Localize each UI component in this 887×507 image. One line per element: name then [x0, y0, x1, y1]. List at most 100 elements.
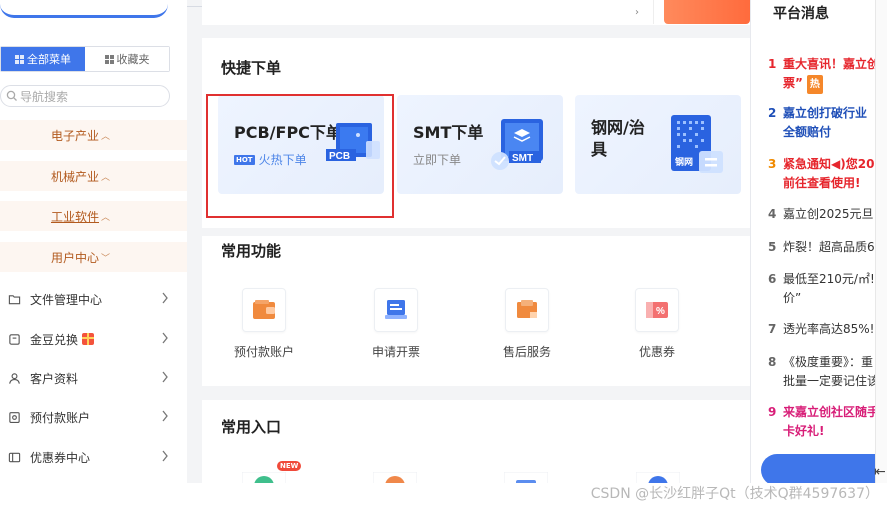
- notice-text: 炸裂！超高品质6: [783, 240, 875, 254]
- notice-item[interactable]: 7 透光率高达85%!: [768, 320, 875, 339]
- invoice-icon: [374, 288, 418, 332]
- collapse-arrow-icon[interactable]: ⇤: [874, 464, 886, 480]
- category-label: 电子产业: [50, 128, 99, 143]
- function-label: 申请开票: [371, 345, 420, 359]
- gift-icon: [82, 333, 95, 345]
- notice-num: 7: [768, 322, 777, 336]
- notice-more-button[interactable]: [761, 454, 881, 486]
- chevron-down-icon: ﹀: [101, 253, 111, 264]
- grid-icon: [15, 54, 24, 64]
- svg-text:%: %: [656, 306, 665, 317]
- chevron-right-icon: ›: [635, 7, 639, 18]
- smt-order-tile[interactable]: SMT下单 立即下单 SMT: [397, 95, 563, 194]
- nav-search-input[interactable]: 导航搜索: [0, 85, 170, 107]
- notice-item[interactable]: 1 重大喜讯！嘉立创 票” 热: [768, 55, 875, 94]
- stencil-order-tile[interactable]: 钢网/治具 钢网: [575, 95, 741, 194]
- notice-item[interactable]: 6 最低至210元/㎡! 价”: [768, 270, 875, 308]
- category-mechanical[interactable]: 机械产业 ︿: [0, 161, 187, 191]
- notice-text: 嘉立创打破行业 全额赔付: [783, 104, 875, 142]
- notice-num: 9: [768, 405, 777, 419]
- notice-num: 5: [768, 240, 777, 254]
- category-industrial-software[interactable]: 工业软件 ︿: [0, 201, 187, 231]
- notice-item[interactable]: 3 紧急通知◀)您20 前往查看使用!: [768, 155, 875, 193]
- chevron-up-icon: ︿: [101, 131, 111, 142]
- common-entry-title: 常用入口: [221, 418, 282, 436]
- notice-text-line: 重大喜讯！嘉立创: [783, 57, 875, 71]
- sidebar-item-label: 客户资料: [30, 371, 79, 386]
- top-search-box[interactable]: ›: [202, 0, 654, 24]
- notice-num: 6: [768, 272, 777, 286]
- chevron-right-icon: [162, 332, 168, 344]
- notice-panel: 平台消息 1 重大喜讯！嘉立创 票” 热 2 嘉立创打破行业 全额赔付 3 紧急通知◀…: [750, 0, 875, 483]
- nav-search-placeholder: 导航搜索: [20, 89, 69, 104]
- notice-text-line: 全额赔付: [783, 125, 832, 139]
- chevron-right-icon: [162, 292, 168, 304]
- sidebar-item-coupon-center[interactable]: 优惠券中心: [0, 438, 187, 476]
- pcb-tile-highlight: [206, 94, 394, 218]
- tab-all-menu[interactable]: 全部菜单: [1, 47, 85, 71]
- folder-icon: [8, 294, 21, 304]
- watermark-text: CSDN @长沙红胖子Qt（技术Q群4597637）: [590, 486, 879, 502]
- notice-text-line: 票”: [783, 76, 803, 90]
- function-label: 预付款账户: [233, 345, 294, 359]
- notice-text-line: 紧急通知◀)您20: [783, 157, 875, 171]
- notice-item[interactable]: 4 嘉立创2025元旦: [768, 205, 875, 224]
- category-label: 工业软件: [50, 209, 99, 224]
- notice-text-line: 最低至210元/㎡!: [783, 272, 875, 286]
- menu-tabs: 全部菜单 收藏夹: [0, 46, 170, 72]
- notice-text: 透光率高达85%!: [783, 322, 875, 336]
- chevron-right-icon: [162, 410, 168, 422]
- sidebar-item-label: 金豆兑换: [30, 332, 79, 347]
- stencil-order-title: 钢网/治具: [591, 118, 645, 159]
- notice-title: 平台消息: [773, 6, 829, 22]
- user-icon: [9, 372, 20, 384]
- notice-text-line: 嘉立创打破行业: [783, 106, 868, 120]
- tab-all-menu-label: 全部菜单: [27, 53, 71, 66]
- category-user-center[interactable]: 用户中心 ﹀: [0, 242, 187, 272]
- new-badge: NEW: [277, 461, 302, 471]
- function-after-sales[interactable]: 售后服务: [477, 288, 577, 360]
- notice-item[interactable]: 9 来嘉立创社区随手 卡好礼!: [768, 403, 875, 441]
- smt-chip-icon: SMT: [491, 119, 543, 170]
- notice-num: 1: [768, 57, 777, 71]
- notice-text-line: 批量一定要记住该: [783, 374, 875, 388]
- function-coupon[interactable]: % 优惠券: [607, 288, 707, 360]
- hot-badge: 热: [806, 75, 823, 94]
- notice-text: 《极度重要》：重 批量一定要记住该: [783, 353, 875, 391]
- chevron-right-icon: [162, 450, 168, 462]
- notice-num: 2: [768, 106, 777, 120]
- smt-order-sub: 立即下单: [413, 151, 461, 168]
- stencil-badge-text: 钢网: [675, 156, 693, 167]
- notice-text: 嘉立创2025元旦: [783, 207, 874, 221]
- notice-num: 3: [768, 157, 777, 171]
- notice-text-line: 前往查看使用!: [783, 176, 861, 190]
- category-label: 用户中心: [50, 250, 99, 265]
- notice-num: 4: [768, 207, 777, 221]
- chevron-right-icon: [162, 371, 168, 383]
- top-action-button[interactable]: [664, 0, 750, 24]
- notice-item[interactable]: 2 嘉立创打破行业 全额赔付: [768, 104, 875, 142]
- category-label: 机械产业: [50, 169, 99, 184]
- function-prepaid-account[interactable]: 预付款账户: [214, 288, 314, 360]
- sidebar-item-customer-info[interactable]: 客户资料: [0, 359, 187, 397]
- top-strip: ›: [202, 0, 750, 25]
- grid-icon: [104, 54, 114, 64]
- smt-badge-text: SMT: [512, 153, 533, 164]
- app-window: 全部菜单 收藏夹 导航搜索 电子产业 ︿ 机械产业 ︿ 工业软件 ︿ 用户中心 …: [0, 0, 887, 507]
- coupon-icon: [8, 452, 21, 462]
- sidebar-item-bean-exchange[interactable]: 金豆兑换: [0, 320, 187, 358]
- sidebar-item-prepaid-account[interactable]: 预付款账户: [0, 398, 187, 436]
- notice-item[interactable]: 8 《极度重要》：重 批量一定要记住该: [768, 353, 875, 391]
- wallet-icon: [242, 288, 286, 332]
- category-electronics[interactable]: 电子产业 ︿: [0, 120, 187, 150]
- notice-item[interactable]: 5 炸裂！超高品质6: [768, 238, 875, 257]
- notice-text: 紧急通知◀)您20 前往查看使用!: [783, 155, 875, 193]
- tab-favorites[interactable]: 收藏夹: [85, 47, 169, 71]
- function-label: 优惠券: [638, 345, 675, 359]
- common-functions-title: 常用功能: [221, 242, 282, 260]
- notice-text-line: 价”: [783, 291, 802, 305]
- page-scrollbar[interactable]: [875, 0, 887, 483]
- function-apply-invoice[interactable]: 申请开票: [346, 288, 446, 360]
- sidebar-item-file-center[interactable]: 文件管理中心: [0, 280, 187, 318]
- notice-text-line: 《极度重要》：重: [783, 355, 874, 369]
